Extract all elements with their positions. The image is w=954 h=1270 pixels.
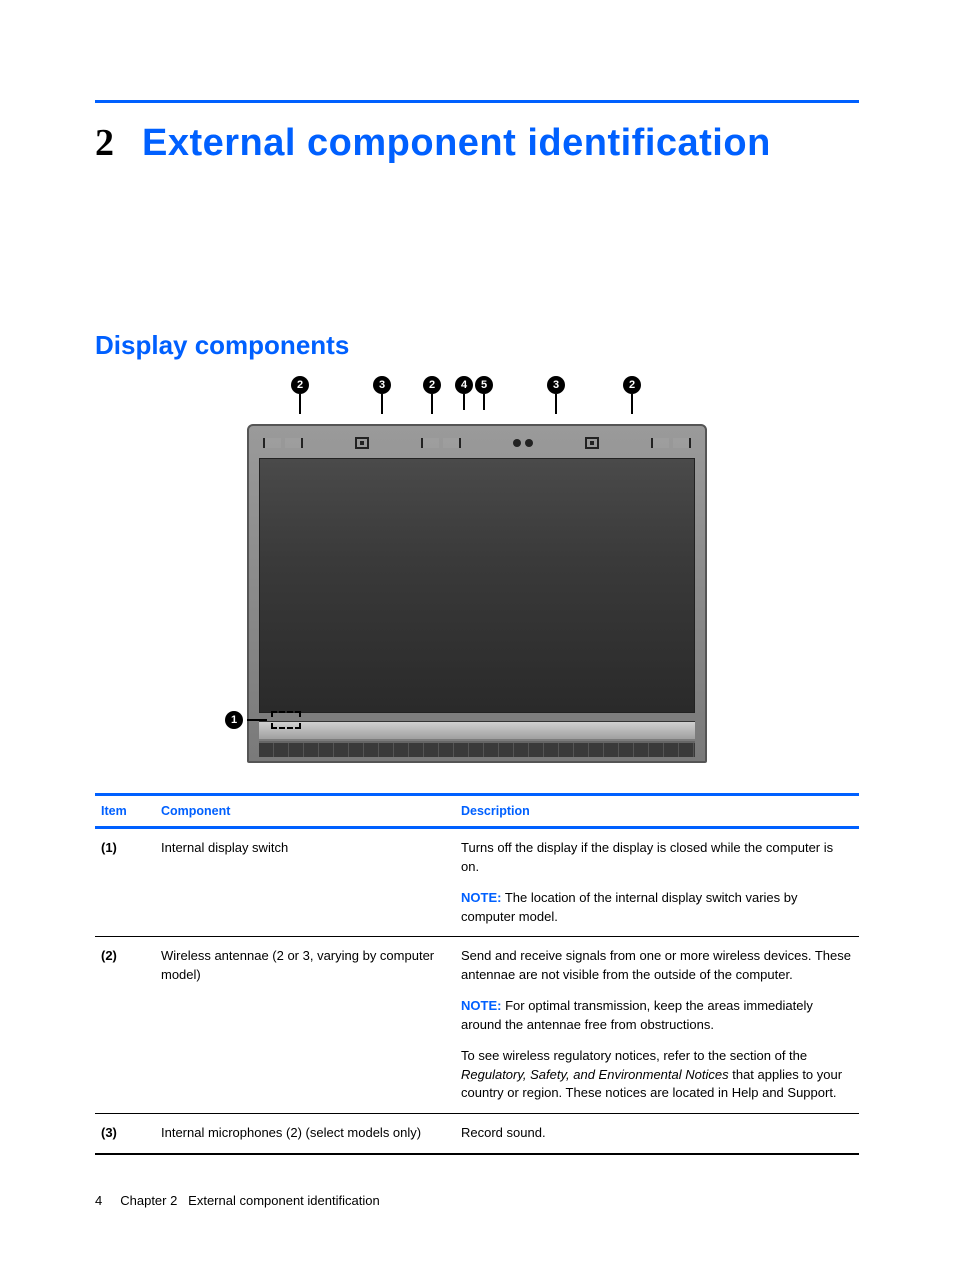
keyboard-strip	[259, 741, 695, 757]
bezel-top	[259, 434, 695, 452]
chapter-title: External component identification	[142, 122, 771, 165]
display-switch-icon	[271, 711, 301, 729]
cell-description: Turns off the display if the display is …	[455, 828, 859, 937]
desc-main: Turns off the display if the display is …	[461, 839, 853, 877]
header-item: Item	[95, 795, 155, 828]
cell-component: Internal display switch	[155, 828, 455, 937]
callout-number: 3	[373, 376, 391, 394]
antenna-left	[263, 438, 303, 448]
side-callout: 1	[225, 711, 301, 729]
top-horizontal-rule	[95, 100, 859, 103]
top-callouts: 2 3 2 4 5 3 2	[247, 376, 707, 424]
footer-chapter-title: External component identification	[188, 1193, 380, 1208]
mic-icon	[585, 437, 599, 449]
desc-extra: To see wireless regulatory notices, refe…	[461, 1047, 853, 1104]
note-text: The location of the internal display swi…	[461, 890, 798, 924]
page-number: 4	[95, 1193, 102, 1208]
callout-number: 2	[423, 376, 441, 394]
cell-item: (2)	[95, 937, 155, 1114]
cell-description: Send and receive signals from one or mor…	[455, 937, 859, 1114]
callout-number: 1	[225, 711, 243, 729]
callout-number: 2	[291, 376, 309, 394]
cell-component: Wireless antennae (2 or 3, varying by co…	[155, 937, 455, 1114]
webcam-area	[513, 439, 533, 447]
antenna-right	[651, 438, 691, 448]
extra-italic: Regulatory, Safety, and Environmental No…	[461, 1067, 729, 1082]
cell-component: Internal microphones (2) (select models …	[155, 1114, 455, 1154]
callout-number: 3	[547, 376, 565, 394]
extra-pre: To see wireless regulatory notices, refe…	[461, 1048, 807, 1063]
chapter-header: 2 External component identification	[95, 121, 859, 165]
chapter-number: 2	[95, 121, 114, 165]
cell-item: (1)	[95, 828, 155, 937]
laptop-figure: 2 3 2 4 5 3 2	[247, 376, 707, 763]
note-label: NOTE:	[461, 998, 501, 1013]
antenna-center-left	[421, 438, 461, 448]
table-row: (3) Internal microphones (2) (select mod…	[95, 1114, 859, 1154]
cell-description: Record sound.	[455, 1114, 859, 1154]
webcam-light-icon	[525, 439, 533, 447]
footer-chapter: Chapter 2 External component identificat…	[120, 1193, 379, 1208]
note-label: NOTE:	[461, 890, 501, 905]
laptop-body: 1	[247, 424, 707, 763]
cell-item: (3)	[95, 1114, 155, 1154]
header-component: Component	[155, 795, 455, 828]
header-description: Description	[455, 795, 859, 828]
mic-icon	[355, 437, 369, 449]
table-row: (1) Internal display switch Turns off th…	[95, 828, 859, 937]
page-footer: 4 Chapter 2 External component identific…	[95, 1193, 380, 1208]
desc-note: NOTE: The location of the internal displ…	[461, 889, 853, 927]
callout-number: 2	[623, 376, 641, 394]
table-row: (2) Wireless antennae (2 or 3, varying b…	[95, 937, 859, 1114]
webcam-lens-icon	[513, 439, 521, 447]
callout-number: 4	[455, 376, 473, 394]
desc-main: Send and receive signals from one or mor…	[461, 947, 853, 985]
footer-chapter-label: Chapter 2	[120, 1193, 177, 1208]
section-heading: Display components	[95, 330, 859, 361]
components-table: Item Component Description (1) Internal …	[95, 793, 859, 1155]
table-header-row: Item Component Description	[95, 795, 859, 828]
note-text: For optimal transmission, keep the areas…	[461, 998, 813, 1032]
laptop-screen	[259, 458, 695, 713]
hinge-area: 1	[259, 721, 695, 739]
desc-main: Record sound.	[461, 1124, 853, 1143]
desc-note: NOTE: For optimal transmission, keep the…	[461, 997, 853, 1035]
callout-number: 5	[475, 376, 493, 394]
